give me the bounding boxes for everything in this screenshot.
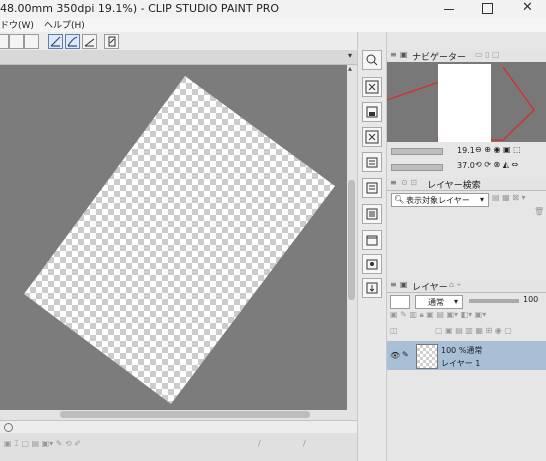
canvas-viewport[interactable] xyxy=(0,65,347,410)
angle-value: 37.0 xyxy=(457,161,475,170)
import-icon[interactable] xyxy=(362,278,382,298)
canvas-paper[interactable] xyxy=(0,65,347,410)
window-title: 48.00mm 350dpi 19.1%) - CLIP STUDIO PAIN… xyxy=(0,2,280,15)
rotate-buttons[interactable]: ⟲ ⟳ ⊗ ◭ ⇔ xyxy=(475,160,518,169)
menu-help[interactable]: ヘルプ(H) xyxy=(44,18,85,31)
history-icon[interactable] xyxy=(362,204,382,224)
auto-action-icon[interactable] xyxy=(362,254,382,274)
close-icon[interactable]: ✕ xyxy=(522,0,533,15)
navigator-controls: 19.1 ⊖ ⊕ ◉ ▣ ⬚ 37.0 ⟲ ⟳ ⊗ ◭ ⇔ xyxy=(387,142,546,176)
zoom-icon[interactable] xyxy=(362,50,382,70)
material-icon[interactable] xyxy=(362,152,382,172)
layer-toolbar: 通常 ▾ 100 ▣ ✎ ▥ 🔒︎ ▣ ▤ ▣▾ ◧▾ ▣▾ ◫ ▢ ▣ ▤ ▥… xyxy=(387,293,546,341)
trash-icon[interactable]: 🗑︎ xyxy=(534,207,544,216)
search-icon: 🔍︎ xyxy=(394,195,405,204)
tab-layer[interactable]: レイヤー xyxy=(412,280,448,293)
tab-sub-view[interactable]: ▭ ▯ ▢ xyxy=(475,50,500,59)
layer-row[interactable]: 👁︎ ✎ 100 %通常 レイヤー 1 xyxy=(387,341,546,370)
status-bar xyxy=(0,420,357,434)
zoom-value: 19.1 xyxy=(457,146,475,155)
cut-icon[interactable] xyxy=(0,34,9,49)
save-icon[interactable] xyxy=(362,102,382,122)
layer-action-icons[interactable]: ▣ ✎ ▥ 🔒︎ ▣ ▤ ▣▾ ◧▾ ▣▾ xyxy=(390,310,486,320)
document-tab-bar: ▾ xyxy=(0,50,357,65)
bottom-toolbar: ▣ ⌶ ▢ ▤ ▣▾ ✎ ⟲ ✐ / / xyxy=(0,433,357,461)
layer-create-icons[interactable]: ◫ xyxy=(390,326,398,335)
layer-icon: ▣ xyxy=(400,280,408,289)
layer-filter-select[interactable]: 🔍︎ 表示対象レイヤー ▾ xyxy=(391,193,489,207)
command-bar xyxy=(0,32,357,51)
paste-icon[interactable] xyxy=(24,34,39,49)
chevron-down-icon[interactable]: ▾ xyxy=(348,51,352,60)
layer-properties-icon[interactable] xyxy=(362,178,382,198)
pen-icon: ✎ xyxy=(402,350,409,359)
title-bar: 48.00mm 350dpi 19.1%) - CLIP STUDIO PAIN… xyxy=(0,0,546,18)
chevron-down-icon: ▾ xyxy=(480,195,485,204)
rotate-slider[interactable] xyxy=(391,164,443,171)
layer-list-empty xyxy=(387,370,546,461)
color-select[interactable] xyxy=(390,295,410,309)
action-icon[interactable] xyxy=(104,34,119,49)
tab-other[interactable]: ⌂ ⌁ xyxy=(449,280,461,289)
navigator-icon: ▣ xyxy=(400,50,408,59)
minimize-icon[interactable] xyxy=(442,1,456,15)
close-canvas-icon[interactable] xyxy=(362,77,382,97)
panel-icon-strip xyxy=(357,32,387,461)
opacity-slider[interactable] xyxy=(469,299,519,303)
layer-mode-line: 100 %通常 xyxy=(441,346,483,355)
special-ruler-snap-icon[interactable] xyxy=(65,34,80,49)
new-layer-icon[interactable]: ▢ ▣ ▤ ▥ ▦ ⊞ ◉ ▢ xyxy=(435,326,512,335)
item-bank-icon[interactable] xyxy=(362,230,382,250)
blend-mode-select[interactable]: 通常 ▾ xyxy=(415,295,463,309)
maximize-icon[interactable] xyxy=(482,3,493,14)
horizontal-scroll-thumb[interactable] xyxy=(60,411,310,418)
navigator-page-thumbnail xyxy=(438,64,491,142)
layer-search-tab-bar: ≡ ⊙ ⊡ レイヤー検索 xyxy=(387,178,546,191)
tab-layer-search[interactable]: レイヤー検索 xyxy=(427,178,481,191)
panel-menu-icon[interactable]: ≡ xyxy=(390,178,397,187)
panel-menu-icon[interactable]: ≡ xyxy=(390,280,397,289)
panel-menu-icon[interactable]: ≡ xyxy=(390,50,397,59)
menu-bar: ドウ(W) ヘルプ(H) xyxy=(0,18,546,32)
layer-name: レイヤー 1 xyxy=(441,359,481,368)
layer-search-panel: 🔍︎ 表示対象レイヤー ▾ ▤ ▦ ⊠ ▾ 🗑︎ xyxy=(387,191,546,277)
grid-snap-icon[interactable] xyxy=(82,34,97,49)
rotate-icon[interactable] xyxy=(4,423,13,432)
tool-icon[interactable]: ▣ ⌶ ▢ ▤ ▣▾ ✎ ⟲ ✐ xyxy=(4,439,81,449)
zoom-buttons[interactable]: ⊖ ⊕ ◉ ▣ ⬚ xyxy=(475,145,521,154)
layer-tab-bar: ≡ ▣ レイヤー ⌂ ⌁ xyxy=(387,280,546,293)
vertical-scroll-thumb[interactable] xyxy=(348,180,355,300)
layer-thumbnail xyxy=(416,344,438,369)
ruler-snap-icon[interactable] xyxy=(48,34,63,49)
clear-icon[interactable] xyxy=(362,127,382,147)
chevron-down-icon: ▾ xyxy=(454,297,459,306)
zoom-slider[interactable] xyxy=(391,148,443,155)
menu-window[interactable]: ドウ(W) xyxy=(0,18,34,31)
opacity-value: 100 xyxy=(523,295,539,304)
eye-icon[interactable]: 👁︎ xyxy=(390,351,400,360)
copy-icon[interactable] xyxy=(9,34,24,49)
